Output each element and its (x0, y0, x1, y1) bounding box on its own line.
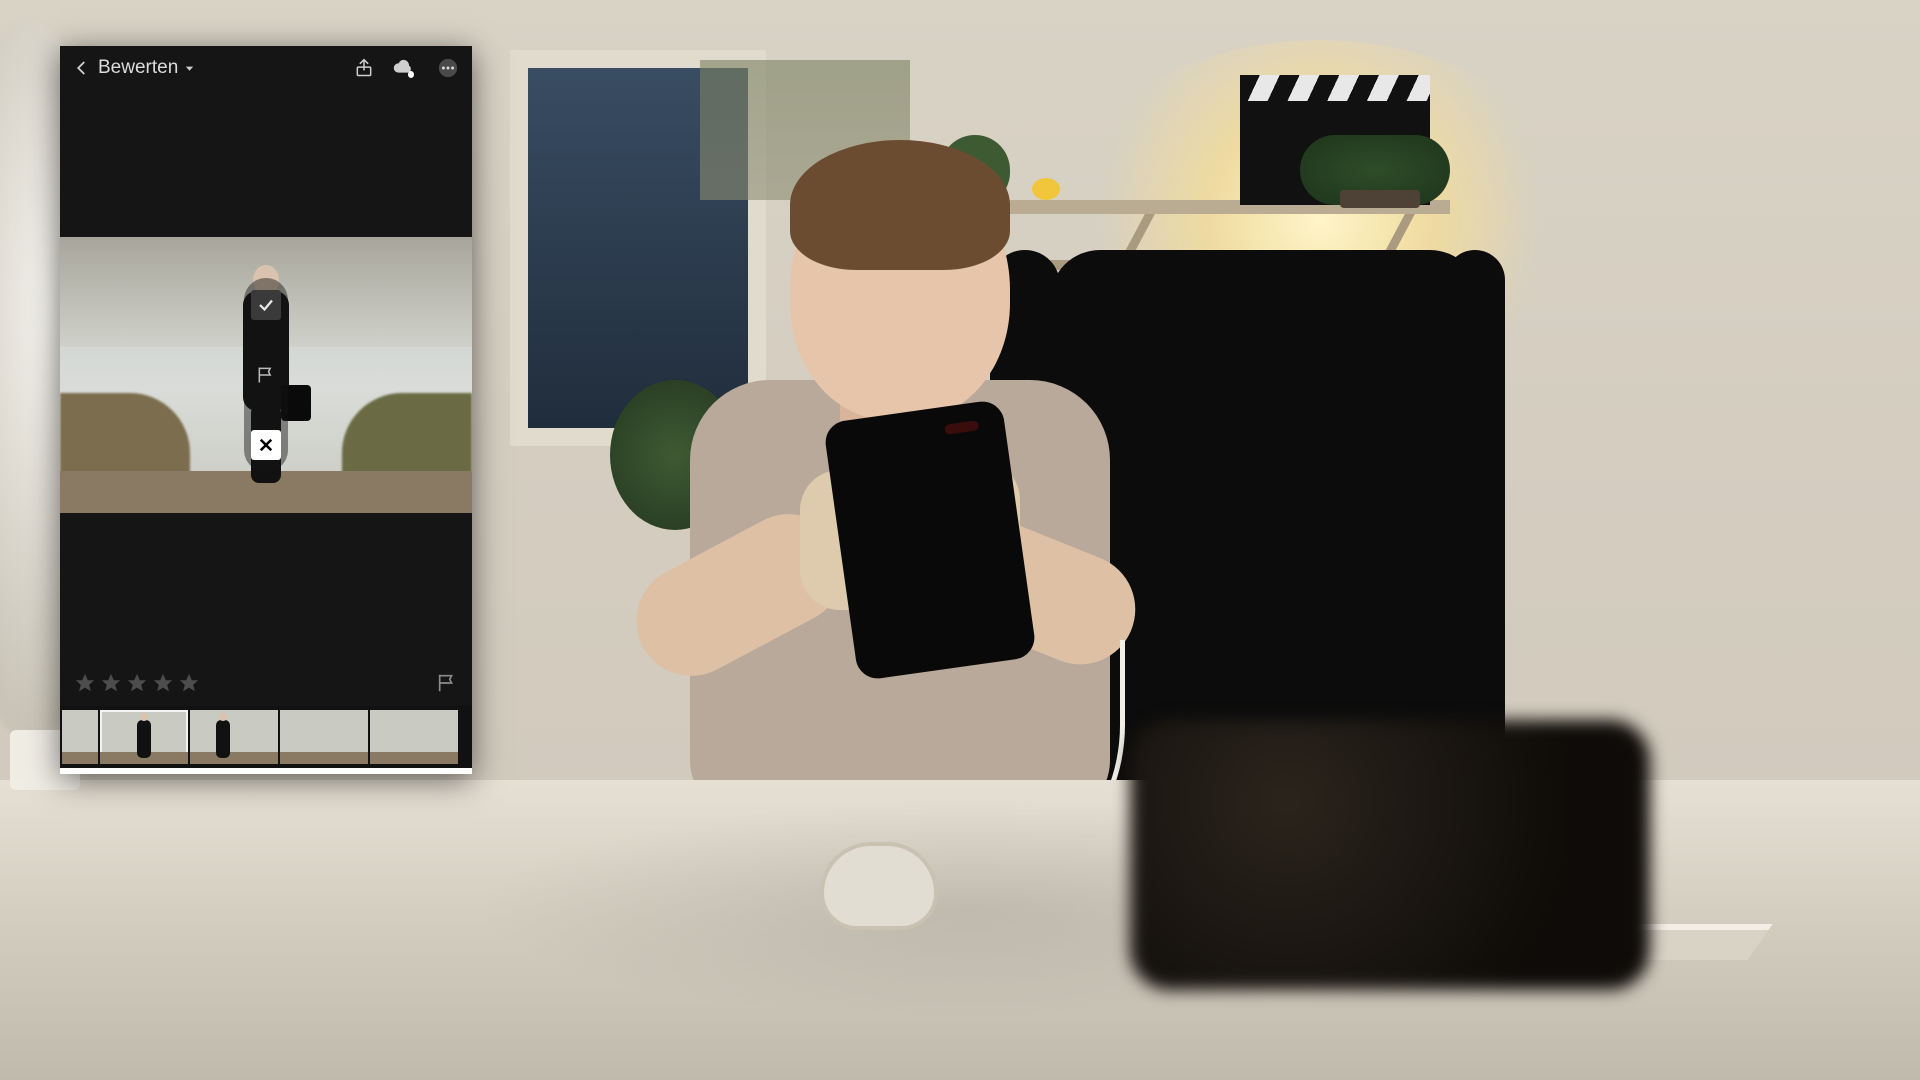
phone-screen-capture: Bewerten (60, 46, 472, 774)
rating-bar (60, 660, 472, 706)
top-bar: Bewerten (60, 46, 472, 90)
star-icon (74, 672, 96, 694)
share-icon (354, 58, 374, 78)
filmstrip-thumb[interactable] (100, 710, 188, 764)
share-button[interactable] (350, 54, 378, 82)
flag-popover (244, 278, 288, 472)
sync-status-dot-icon (408, 71, 414, 78)
star-3[interactable] (126, 672, 148, 694)
cup (820, 842, 938, 930)
back-button[interactable] (66, 52, 98, 84)
flag-pick-button[interactable] (251, 290, 281, 320)
flag-icon (436, 672, 458, 694)
star-1[interactable] (74, 672, 96, 694)
plant-pot (1340, 190, 1420, 208)
star-icon (126, 672, 148, 694)
star-icon (100, 672, 122, 694)
filmstrip-thumb[interactable] (190, 710, 278, 764)
mode-dropdown[interactable]: Bewerten (98, 57, 195, 79)
ellipsis-icon (437, 57, 459, 79)
camera-foreground (1130, 720, 1650, 990)
filmstrip-thumb[interactable] (280, 710, 368, 764)
filmstrip-thumb[interactable] (370, 710, 458, 764)
star-icon (152, 672, 174, 694)
x-icon (257, 436, 275, 454)
flag-unflag-button[interactable] (251, 360, 281, 390)
star-2[interactable] (100, 672, 122, 694)
filmstrip-border (60, 768, 472, 774)
flag-toggle-button[interactable] (436, 672, 458, 694)
chevron-left-icon (73, 59, 91, 77)
mode-label: Bewerten (98, 57, 178, 79)
filmstrip-thumb[interactable] (62, 710, 98, 764)
smartphone (823, 399, 1037, 682)
star-5[interactable] (178, 672, 200, 694)
person (560, 120, 1180, 880)
filmstrip[interactable] (60, 706, 472, 768)
star-icon (178, 672, 200, 694)
caret-down-icon (184, 63, 195, 74)
star-4[interactable] (152, 672, 174, 694)
flag-outline-icon (256, 365, 276, 385)
more-button[interactable] (434, 54, 462, 82)
check-icon (257, 296, 275, 314)
photo-canvas[interactable] (60, 90, 472, 660)
cloud-sync-button[interactable] (392, 54, 420, 82)
flag-reject-button[interactable] (251, 430, 281, 460)
